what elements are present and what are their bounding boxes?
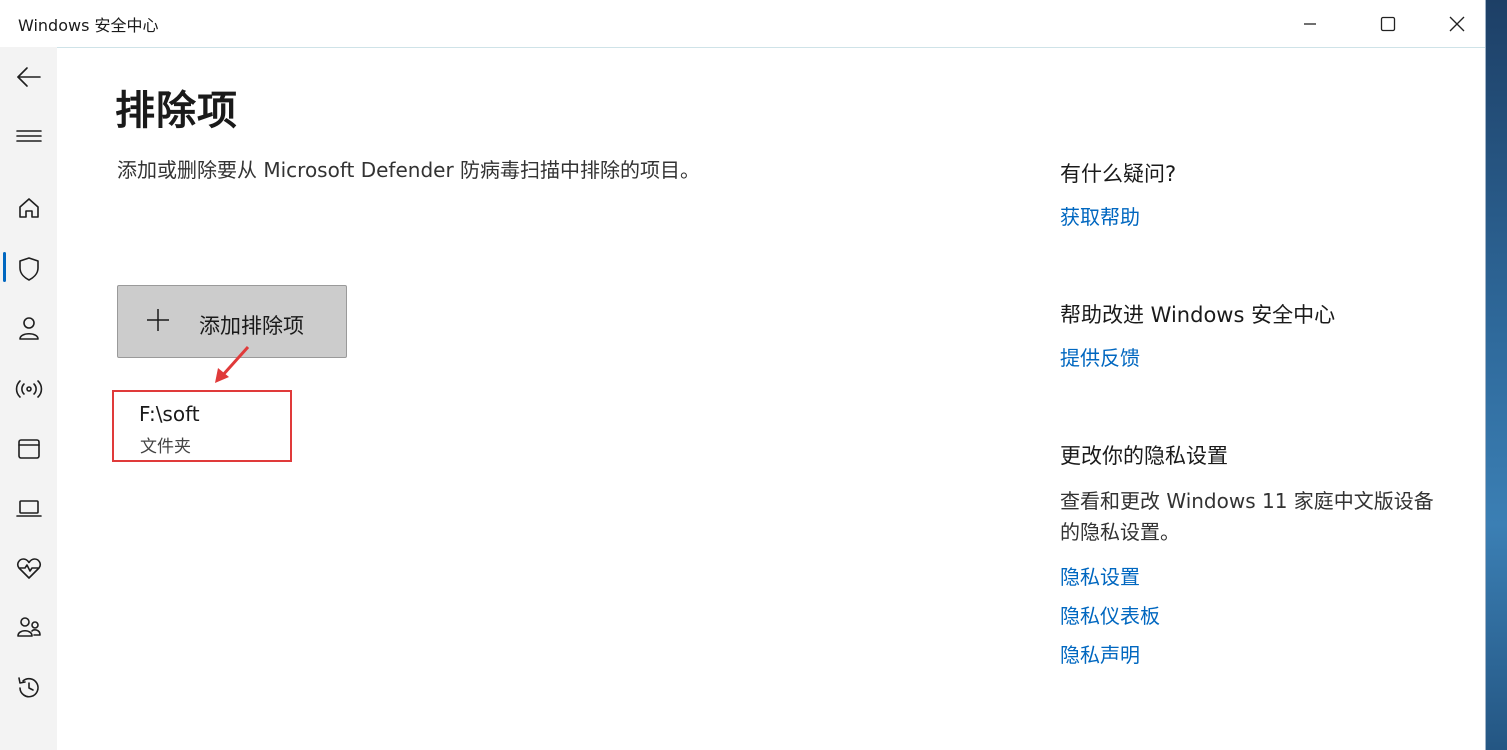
shield-icon bbox=[18, 257, 39, 281]
nav-device-security[interactable] bbox=[0, 487, 57, 531]
nav-family-options[interactable] bbox=[0, 606, 57, 650]
hamburger-menu-icon bbox=[15, 130, 42, 142]
page-title: 排除项 bbox=[115, 88, 238, 134]
add-exclusion-label: 添加排除项 bbox=[199, 314, 304, 338]
menu-button[interactable] bbox=[0, 114, 57, 158]
minimize-icon bbox=[1304, 22, 1316, 25]
app-browser-icon bbox=[17, 439, 40, 459]
main-content: 排除项 添加或删除要从 Microsoft Defender 防病毒扫描中排除的… bbox=[57, 48, 1485, 750]
app-window: Windows 安全中心 排除项 添加或删除要从 Microsoft Defen… bbox=[0, 0, 1486, 750]
close-icon bbox=[1449, 16, 1465, 31]
nav-virus-protection[interactable] bbox=[0, 247, 57, 291]
navigation-pane bbox=[0, 47, 57, 750]
wireless-icon bbox=[15, 380, 42, 398]
privacy-statement-link[interactable]: 隐私声明 bbox=[1060, 639, 1140, 668]
maximize-button[interactable] bbox=[1353, 0, 1423, 47]
person-icon bbox=[18, 317, 39, 340]
nav-protection-history[interactable] bbox=[0, 666, 57, 710]
exclusion-type: 文件夹 bbox=[140, 437, 191, 457]
privacy-settings-link[interactable]: 隐私设置 bbox=[1060, 561, 1140, 590]
privacy-dashboard-link[interactable]: 隐私仪表板 bbox=[1060, 600, 1160, 629]
nav-device-health[interactable] bbox=[0, 546, 57, 590]
nav-home[interactable] bbox=[0, 186, 57, 230]
help-heading: 有什么疑问? bbox=[1060, 162, 1177, 186]
desktop-background bbox=[1485, 0, 1507, 750]
exclusion-path: F:\soft bbox=[139, 402, 200, 426]
nav-firewall[interactable] bbox=[0, 367, 57, 411]
annotation-arrow bbox=[215, 345, 250, 383]
page-description: 添加或删除要从 Microsoft Defender 防病毒扫描中排除的项目。 bbox=[117, 158, 701, 182]
close-button[interactable] bbox=[1422, 0, 1492, 47]
home-icon bbox=[18, 198, 39, 218]
laptop-icon bbox=[15, 500, 42, 517]
improve-heading: 帮助改进 Windows 安全中心 bbox=[1060, 303, 1336, 327]
privacy-heading: 更改你的隐私设置 bbox=[1060, 444, 1228, 468]
back-button[interactable] bbox=[0, 55, 57, 99]
get-help-link[interactable]: 获取帮助 bbox=[1060, 201, 1140, 230]
nav-account-protection[interactable] bbox=[0, 306, 57, 350]
family-icon bbox=[16, 617, 41, 637]
back-arrow-icon bbox=[16, 67, 41, 87]
exclusion-list-item[interactable]: F:\soft 文件夹 bbox=[117, 394, 277, 457]
minimize-button[interactable] bbox=[1275, 0, 1345, 47]
maximize-icon bbox=[1380, 16, 1396, 31]
title-bar[interactable]: Windows 安全中心 bbox=[0, 0, 1485, 47]
privacy-description: 查看和更改 Windows 11 家庭中文版设备的隐私设置。 bbox=[1060, 489, 1434, 544]
give-feedback-link[interactable]: 提供反馈 bbox=[1060, 342, 1140, 371]
heart-pulse-icon bbox=[16, 558, 41, 579]
window-title: Windows 安全中心 bbox=[18, 16, 159, 35]
plus-icon bbox=[147, 309, 169, 331]
history-icon bbox=[17, 677, 39, 698]
nav-app-browser-control[interactable] bbox=[0, 427, 57, 471]
